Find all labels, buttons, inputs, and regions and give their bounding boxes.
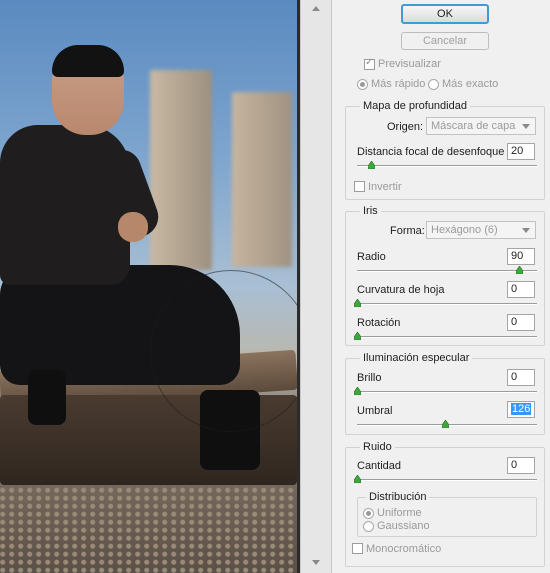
invert-checkbox[interactable]: [354, 181, 365, 192]
source-label: Origen:: [387, 121, 424, 133]
blur-focal-slider-thumb[interactable]: [368, 161, 376, 169]
background-building: [232, 92, 292, 267]
specular-title: Iluminación especular: [360, 352, 473, 364]
more-exact-radio[interactable]: [428, 79, 439, 90]
cancel-button[interactable]: Cancelar: [401, 32, 489, 50]
uniform-radio[interactable]: [363, 508, 374, 519]
threshold-label: Umbral: [357, 405, 393, 417]
monochrome-label: Monocromático: [366, 543, 442, 555]
amount-label: Cantidad: [357, 460, 402, 472]
shape-select-value: Hexágono (6): [431, 224, 498, 236]
brightness-slider-track[interactable]: [357, 391, 537, 393]
rotation-slider-track[interactable]: [357, 336, 537, 338]
iris-title: Iris: [360, 205, 381, 217]
brightness-label: Brillo: [357, 372, 382, 384]
gaussian-radio[interactable]: [363, 521, 374, 532]
radius-slider-track[interactable]: [357, 270, 537, 272]
noise-title: Ruido: [360, 441, 395, 453]
blur-focal-slider-track[interactable]: [357, 165, 537, 167]
source-select[interactable]: Máscara de capa: [426, 117, 536, 135]
brightness-value: 0: [511, 371, 518, 383]
preview-label: Previsualizar: [378, 58, 441, 70]
curvature-input[interactable]: 0: [507, 281, 535, 298]
blur-focal-label: Distancia focal de desenfoque: [357, 146, 505, 158]
rotation-slider-thumb[interactable]: [354, 332, 361, 340]
radius-slider-thumb[interactable]: [516, 266, 523, 274]
faster-radio[interactable]: [357, 79, 368, 90]
chevron-down-icon: [522, 228, 530, 233]
shape-select[interactable]: Hexágono (6): [426, 221, 536, 239]
gaussian-label: Gaussiano: [377, 520, 430, 532]
curvature-slider-track[interactable]: [357, 303, 537, 305]
invert-label: Invertir: [368, 181, 402, 193]
scroll-up-icon[interactable]: [312, 6, 320, 11]
amount-input[interactable]: 0: [507, 457, 535, 474]
preview-checkbox[interactable]: [364, 57, 375, 70]
curvature-value: 0: [511, 283, 518, 295]
faster-label: Más rápido: [371, 78, 426, 90]
depth-map-title: Mapa de profundidad: [360, 100, 470, 112]
rotation-label: Rotación: [357, 317, 401, 329]
shape-label: Forma:: [390, 225, 425, 237]
blur-focal-input[interactable]: 20: [507, 143, 535, 160]
radius-input[interactable]: 90: [507, 248, 535, 265]
person-boot: [28, 370, 66, 425]
amount-slider-track[interactable]: [357, 479, 537, 481]
rotation-value: 0: [511, 316, 518, 328]
amount-slider-thumb[interactable]: [354, 475, 361, 483]
ok-button[interactable]: OK: [401, 4, 489, 24]
threshold-value: 126: [511, 403, 532, 415]
scrollbar[interactable]: [300, 0, 332, 573]
threshold-input[interactable]: 126: [507, 401, 535, 418]
chevron-down-icon: [522, 124, 530, 129]
uniform-label: Uniforme: [377, 507, 422, 519]
scroll-down-icon[interactable]: [312, 560, 320, 565]
brightness-input[interactable]: 0: [507, 369, 535, 386]
brightness-slider-thumb[interactable]: [354, 387, 361, 395]
background-building: [150, 70, 212, 270]
person-hand: [118, 212, 148, 242]
curvature-slider-thumb[interactable]: [354, 299, 361, 307]
blur-focal-value: 20: [511, 145, 524, 157]
monochrome-checkbox[interactable]: [352, 543, 363, 554]
image-preview: [0, 0, 297, 573]
more-exact-label: Más exacto: [442, 78, 499, 90]
distribution-title: Distribución: [366, 491, 430, 503]
threshold-slider-thumb[interactable]: [442, 420, 450, 428]
person-hair: [52, 45, 124, 77]
curvature-label: Curvatura de hoja: [357, 284, 445, 296]
radius-value: 90: [511, 250, 524, 262]
radius-label: Radio: [357, 251, 386, 263]
source-select-value: Máscara de capa: [431, 120, 516, 132]
amount-value: 0: [511, 459, 518, 471]
rotation-input[interactable]: 0: [507, 314, 535, 331]
